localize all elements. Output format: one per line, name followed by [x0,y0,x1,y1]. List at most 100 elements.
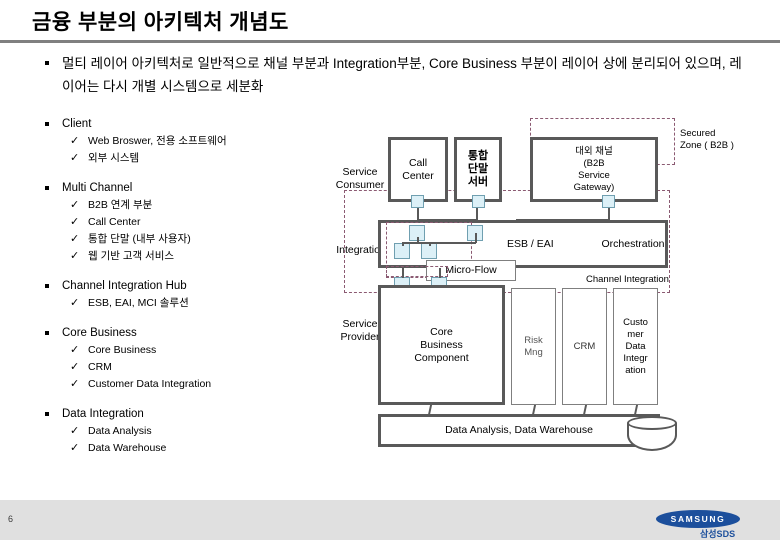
check-icon: ✓ [70,425,80,437]
outline-item: ✓ Data Analysis [45,423,375,440]
outline-heading-label: Channel Integration Hub [62,280,187,292]
wire-esb-p2 [475,233,477,243]
outline-item-label: Data Warehouse [88,442,167,454]
outline-list: Client ✓ Web Broswer, 전용 소프트웨어 ✓ 외부 시스템 … [45,116,375,470]
outline-item-label: Customer Data Integration [88,378,212,390]
square-bullet-icon [45,412,49,416]
logo-wordmark: SAMSUNG [670,514,726,524]
check-icon: ✓ [70,233,80,245]
outline-item: ✓ 통합 단말 (내부 사용자) [45,231,375,248]
outline-item-label: Core Business [88,344,157,356]
box-b2b-gateway[interactable]: 대외 채널 (B2B Service Gateway) [530,137,658,202]
outline-group-data-integration: Data Integration ✓ Data Analysis ✓ Data … [45,406,375,457]
outline-group-channel-integration-hub: Channel Integration Hub ✓ ESB, EAI, MCI … [45,278,375,312]
box-risk-mng[interactable]: Risk Mng [511,288,556,405]
box-data-warehouse-label: Data Analysis, Data Warehouse [445,424,593,436]
outline-item-label: 웹 기반 고객 서비스 [88,250,175,262]
lane-label-service-consumer: Service Consumer [335,166,385,191]
box-micro-flow-label: Micro-Flow [445,264,497,276]
box-b2b-gateway-label: 대외 채널 (B2B Service Gateway) [573,145,615,193]
outline-item: ✓ Call Center [45,214,375,231]
outline-item-label: Web Broswer, 전용 소프트웨어 [88,135,227,147]
wire-out2 [439,268,441,278]
square-bullet-icon [45,186,49,190]
check-icon: ✓ [70,378,80,390]
square-bullet-icon [45,331,49,335]
outline-item-label: Call Center [88,216,141,228]
outline-heading: Channel Integration Hub [45,278,375,295]
wire-esb-a2 [429,242,431,246]
outline-item: ✓ Customer Data Integration [45,376,375,393]
outline-heading: Core Business [45,325,375,342]
outline-heading: Data Integration [45,406,375,423]
box-terminal-server-label: 통합 단말 서버 [467,150,489,188]
database-cylinder-icon [627,416,677,452]
outline-heading-label: Client [62,118,92,130]
outline-item-label: ESB, EAI, MCI 솔루션 [88,297,189,309]
outline-heading-label: Data Integration [62,408,144,420]
square-bullet-icon [45,61,49,65]
box-core-business-component-label: Core Business Component [414,325,469,364]
square-bullet-icon [45,284,49,288]
outline-item: ✓ ESB, EAI, MCI 솔루션 [45,295,375,312]
box-crm-label: CRM [573,340,596,352]
check-icon: ✓ [70,361,80,373]
slide-root: 금융 부분의 아키텍처 개념도 멀티 레이어 아키텍처로 일반적으로 채널 부분… [0,0,780,540]
outline-item: ✓ Core Business [45,342,375,359]
outline-group-client: Client ✓ Web Broswer, 전용 소프트웨어 ✓ 외부 시스템 [45,116,375,167]
page-title: 금융 부분의 아키텍처 개념도 [32,11,289,34]
box-orchestration-label: Orchestration [601,238,665,250]
outline-item-label: 외부 시스템 [88,152,140,164]
outline-item: ✓ 웹 기반 고객 서비스 [45,248,375,265]
architecture-diagram: Service Consumer Integration Service Pro… [330,110,780,470]
wire-esb-bus [402,242,476,244]
outline-item-label: B2B 연계 부분 [88,199,153,211]
outline-heading-label: Core Business [62,327,137,339]
port-b2b-gateway[interactable] [602,195,615,208]
box-call-center[interactable]: Call Center [388,137,448,202]
wire-out1 [402,268,404,278]
wire-esb-a1 [402,242,404,246]
box-core-business-component[interactable]: Core Business Component [378,285,505,405]
database-top [627,416,677,430]
zone-channel-integration-label: Channel Integration [586,274,669,285]
outline-heading-label: Multi Channel [62,182,133,194]
outline-group-multi-channel: Multi Channel ✓ B2B 연계 부분 ✓ Call Center … [45,180,375,265]
wire-esb-p1 [417,237,419,243]
outline-item: ✓ 외부 시스템 [45,150,375,167]
box-crm[interactable]: CRM [562,288,607,405]
outline-item-label: 통합 단말 (내부 사용자) [88,233,191,245]
square-bullet-icon [45,122,49,126]
outline-item-label: Data Analysis [88,425,152,437]
outline-group-core-business: Core Business ✓ Core Business ✓ CRM ✓ Cu… [45,325,375,393]
outline-item: ✓ B2B 연계 부분 [45,197,375,214]
box-esb-eai-label: ESB / EAI [507,237,554,250]
port-terminal-server[interactable] [472,195,485,208]
outline-item: ✓ Data Warehouse [45,440,375,457]
lead-text: 멀티 레이어 아키텍처로 일반적으로 채널 부분과 Integration부분,… [62,56,742,94]
outline-item-label: CRM [88,361,112,373]
zone-secured-b2b-label: Secured Zone ( B2B ) [680,128,734,151]
check-icon: ✓ [70,199,80,211]
outline-heading: Client [45,116,375,133]
box-customer-data-integration[interactable]: Custo mer Data Integr ation [613,288,658,405]
port-call-center[interactable] [411,195,424,208]
check-icon: ✓ [70,344,80,356]
outline-item: ✓ CRM [45,359,375,376]
check-icon: ✓ [70,297,80,309]
check-icon: ✓ [70,216,80,228]
check-icon: ✓ [70,135,80,147]
title-divider [0,40,780,43]
box-data-warehouse[interactable]: Data Analysis, Data Warehouse [378,414,660,447]
lead-paragraph: 멀티 레이어 아키텍처로 일반적으로 채널 부분과 Integration부분,… [45,52,745,98]
box-terminal-server[interactable]: 통합 단말 서버 [454,137,502,202]
check-icon: ✓ [70,442,80,454]
samsung-logo: SAMSUNG [656,510,740,528]
box-risk-mng-label: Risk Mng [524,334,543,358]
page-number: 6 [8,514,14,524]
box-customer-data-integration-label: Custo mer Data Integr ation [623,316,648,376]
outline-item: ✓ Web Broswer, 전용 소프트웨어 [45,133,375,150]
outline-heading: Multi Channel [45,180,375,197]
check-icon: ✓ [70,152,80,164]
box-call-center-label: Call Center [402,156,434,182]
